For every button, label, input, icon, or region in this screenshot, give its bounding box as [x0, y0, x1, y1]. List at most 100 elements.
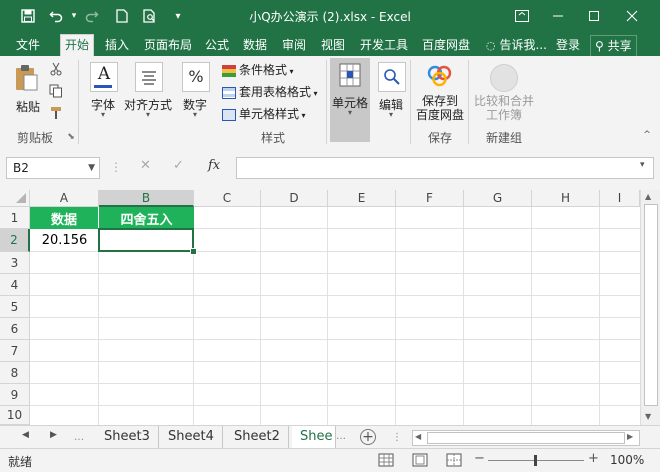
column-header[interactable]: E [328, 190, 396, 207]
row-header[interactable]: 1 [0, 207, 30, 229]
horizontal-scrollbar[interactable]: ◀ ▶ [412, 430, 640, 446]
scroll-thumb[interactable] [644, 204, 658, 406]
cancel-icon[interactable]: ✕ [140, 158, 151, 173]
sheet-tab[interactable]: Sheet2 [226, 426, 289, 448]
redo-icon[interactable] [82, 6, 102, 26]
alignment-button[interactable]: 对齐方式 ▾ [124, 60, 172, 120]
tab-data[interactable]: 数据 [239, 35, 271, 55]
horizontal-scroll-thumb[interactable] [427, 432, 625, 444]
tab-file[interactable]: 文件 [12, 35, 44, 55]
enter-icon[interactable]: ✓ [173, 158, 184, 173]
tell-me-box[interactable]: ◌ 告诉我... [482, 35, 551, 55]
split-handle-icon[interactable]: ⋮ [392, 432, 402, 443]
chevron-down-icon: ▾ [287, 67, 294, 76]
sheet-tab[interactable]: Sheet3 [96, 426, 159, 448]
scroll-left-icon[interactable]: ◀ [22, 430, 29, 440]
undo-dropdown-icon[interactable]: ▾ [64, 6, 84, 26]
row-header[interactable]: 4 [0, 274, 30, 296]
cell-styles-button[interactable]: 单元格样式 ▾ [222, 105, 324, 123]
row-header[interactable]: 8 [0, 362, 30, 384]
zoom-level[interactable]: 100% [610, 453, 644, 467]
cell-b1[interactable]: 四舍五入 [99, 207, 194, 229]
close-icon[interactable] [614, 2, 650, 30]
scroll-up-icon[interactable]: ▲ [645, 192, 651, 201]
minimize-icon[interactable] [540, 2, 576, 30]
tab-baidu-pan[interactable]: 百度网盘 [418, 35, 474, 55]
insert-function-icon[interactable]: fx [208, 158, 220, 173]
row-header[interactable]: 10 [0, 406, 30, 425]
save-icon[interactable] [18, 6, 38, 26]
cell-a2[interactable]: 20.156 [30, 229, 99, 252]
column-header[interactable]: A [30, 190, 99, 207]
scroll-down-icon[interactable]: ▼ [645, 412, 651, 421]
gridline [327, 207, 328, 425]
font-button[interactable]: A 字体 ▾ [84, 60, 122, 120]
row-header[interactable]: 6 [0, 318, 30, 340]
scroll-right-icon[interactable]: ▶ [627, 432, 633, 441]
editing-button[interactable]: 编辑 ▾ [374, 60, 408, 120]
customize-qat-icon[interactable]: ▾ [168, 6, 188, 26]
more-sheets-icon[interactable]: … [74, 432, 84, 443]
tab-review[interactable]: 审阅 [278, 35, 310, 55]
scroll-left-icon[interactable]: ◀ [415, 432, 421, 441]
tab-view[interactable]: 视图 [317, 35, 349, 55]
copy-icon[interactable] [48, 84, 64, 100]
row-header[interactable]: 5 [0, 296, 30, 318]
column-header[interactable]: B [99, 190, 194, 207]
share-button[interactable]: ⚲ 共享 [590, 35, 637, 57]
column-header[interactable]: G [464, 190, 532, 207]
zoom-in-icon[interactable]: + [588, 451, 599, 466]
fill-handle[interactable] [190, 248, 197, 255]
normal-view-icon[interactable] [378, 453, 394, 467]
save-to-baidu-button[interactable]: 保存到 百度网盘 [414, 60, 466, 126]
cut-icon[interactable] [48, 62, 64, 78]
row-header[interactable]: 9 [0, 384, 30, 406]
page-layout-view-icon[interactable] [412, 453, 428, 467]
formula-input[interactable] [236, 157, 654, 179]
restore-icon[interactable] [576, 2, 612, 30]
print-preview-icon[interactable] [140, 6, 160, 26]
dialog-launcher-icon[interactable]: ⬊ [66, 132, 76, 142]
compare-merge-button[interactable]: 比较和合并 工作簿 [472, 60, 536, 126]
zoom-out-icon[interactable]: − [474, 451, 485, 466]
tab-formulas[interactable]: 公式 [201, 35, 233, 55]
conditional-format-button[interactable]: 条件格式 ▾ [222, 61, 324, 79]
tab-developer[interactable]: 开发工具 [356, 35, 412, 55]
expand-formula-icon[interactable]: ▾ [640, 160, 645, 170]
zoom-slider-thumb[interactable] [534, 455, 537, 466]
column-header[interactable]: F [396, 190, 464, 207]
column-header[interactable]: H [532, 190, 600, 207]
collapse-ribbon-icon[interactable]: ^ [640, 130, 654, 140]
vertical-scrollbar[interactable]: ▲ ▼ [640, 190, 660, 425]
scroll-right-icon[interactable]: ▶ [50, 430, 57, 440]
name-box[interactable]: B2 ▼ [6, 157, 100, 179]
column-header[interactable]: D [261, 190, 328, 207]
gridline [30, 273, 640, 274]
page-break-view-icon[interactable] [446, 453, 462, 467]
column-header[interactable]: I [600, 190, 640, 207]
tab-home[interactable]: 开始 [60, 34, 95, 57]
paste-button[interactable]: 粘贴 [8, 62, 48, 118]
row-header[interactable]: 7 [0, 340, 30, 362]
more-sheets-icon[interactable]: … [336, 431, 346, 442]
cells-button[interactable]: 单元格 ▾ [330, 58, 370, 142]
row-header[interactable]: 2 [0, 229, 30, 252]
add-sheet-icon[interactable]: + [360, 429, 376, 445]
login-link[interactable]: 登录 [552, 35, 584, 55]
sheet-tab-bar: ◀ ▶ … Sheet3 Sheet4 Sheet2 Shee … + ⋮ ◀ … [0, 425, 660, 450]
select-all-corner[interactable] [0, 190, 30, 207]
number-button[interactable]: % 数字 ▾ [176, 60, 214, 120]
undo-icon[interactable] [46, 6, 66, 26]
sheet-tab-active[interactable]: Shee [292, 426, 336, 450]
tab-insert[interactable]: 插入 [101, 35, 133, 55]
tab-page-layout[interactable]: 页面布局 [140, 35, 196, 55]
cell-b2-selected[interactable] [98, 228, 194, 252]
column-header[interactable]: C [194, 190, 261, 207]
format-painter-icon[interactable] [48, 106, 64, 122]
sheet-tab[interactable]: Sheet4 [160, 426, 223, 448]
row-header[interactable]: 3 [0, 252, 30, 274]
ribbon-display-icon[interactable] [504, 2, 540, 30]
new-doc-icon[interactable] [112, 6, 132, 26]
table-format-button[interactable]: 套用表格格式 ▾ [222, 83, 324, 101]
cell-a1[interactable]: 数据 [30, 207, 99, 229]
